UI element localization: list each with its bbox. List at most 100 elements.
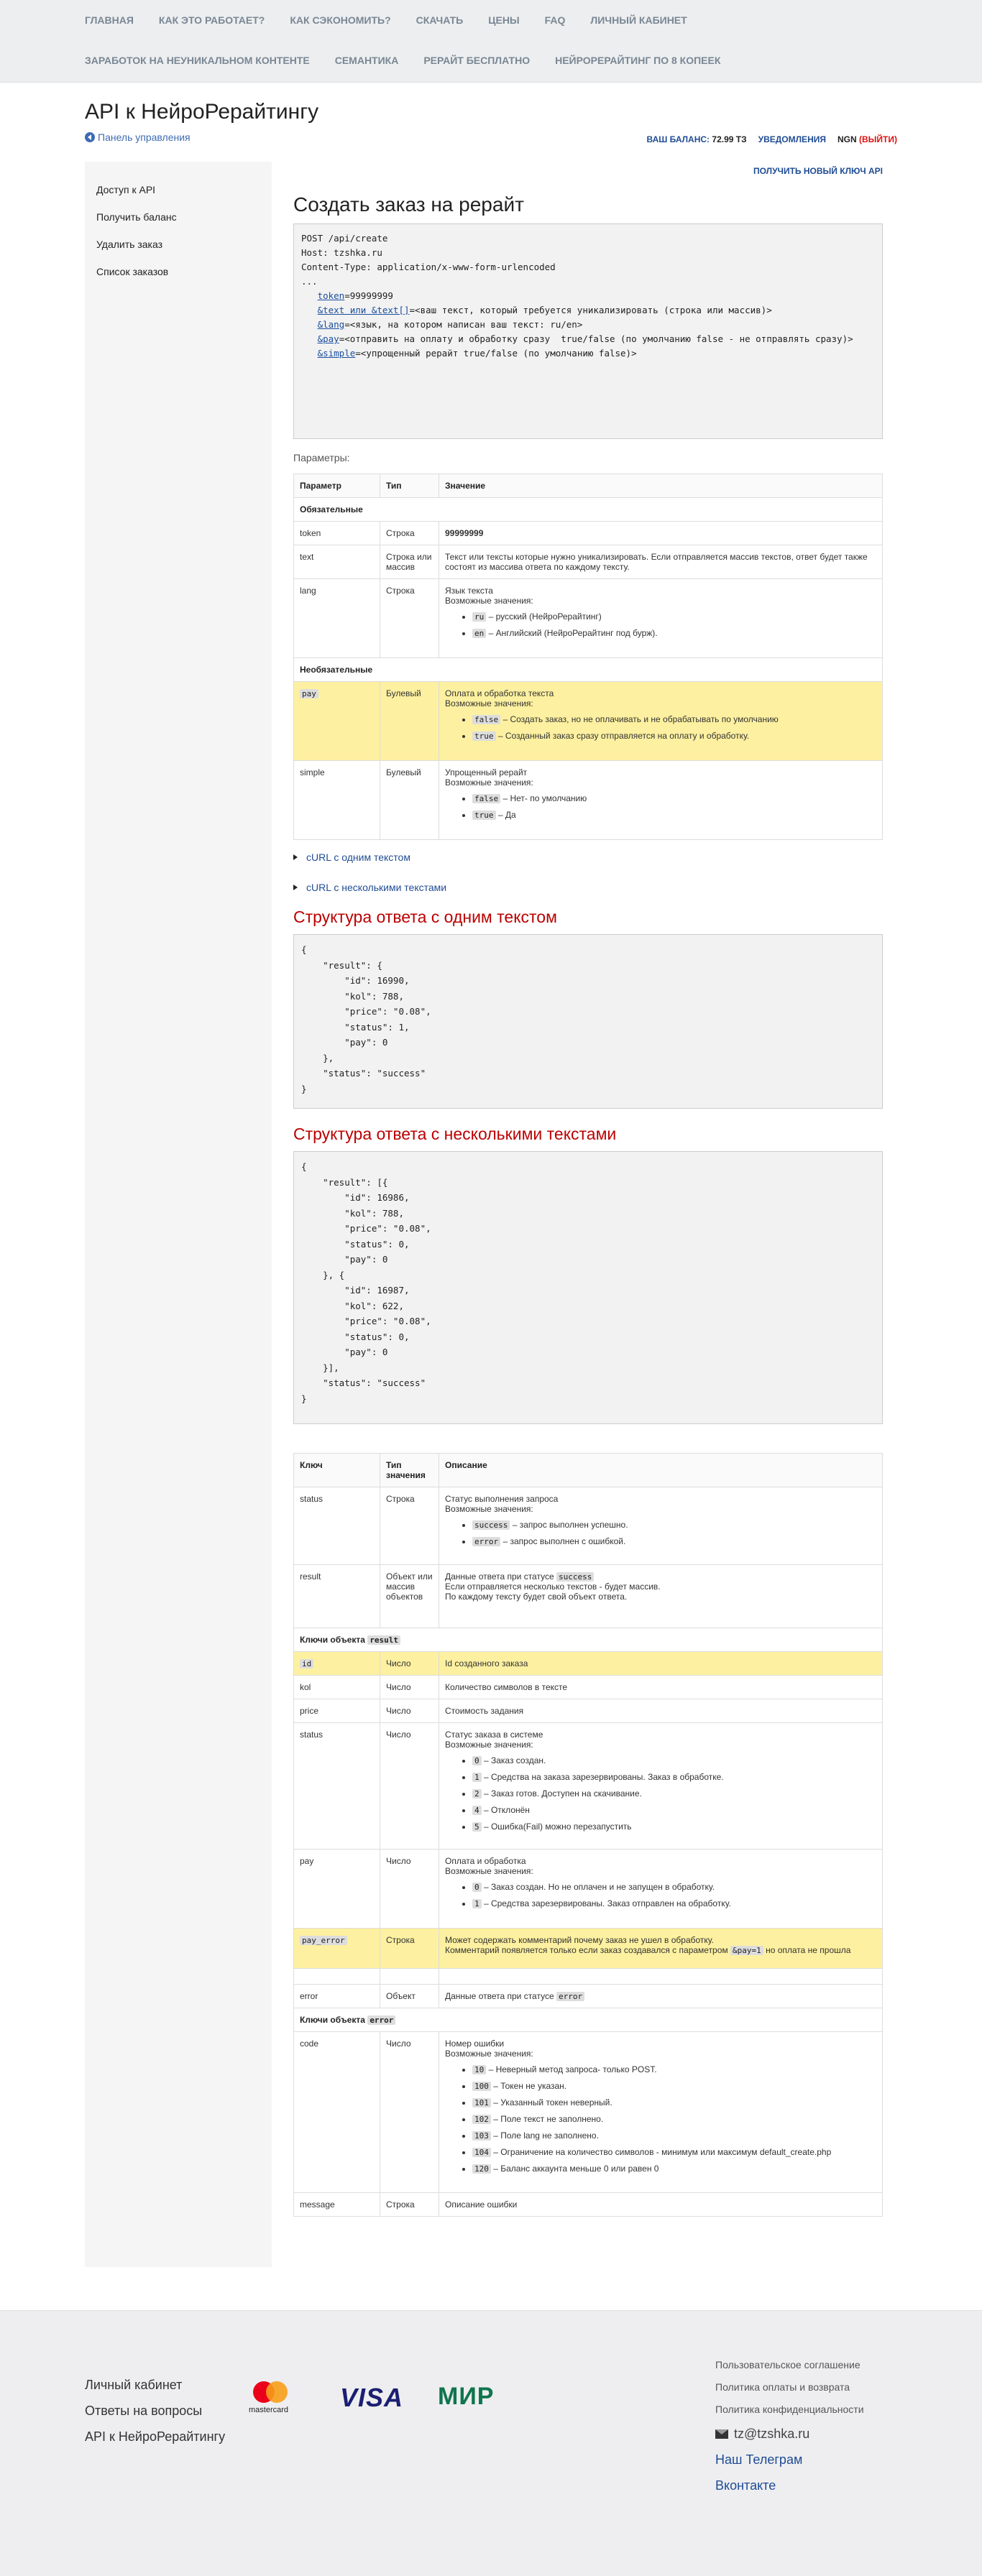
code-value: 120 xyxy=(472,2164,491,2174)
nav-home[interactable]: ГЛАВНАЯ xyxy=(85,0,159,40)
response-keys-table: Ключ Тип значения Описание status Строка… xyxy=(293,1453,883,2217)
code-value: true xyxy=(472,811,496,820)
list-item: false – Создать заказ, но не оплачивать … xyxy=(472,711,876,728)
table-row: status Строка Статус выполнения запроса В… xyxy=(293,1487,883,1565)
param-value: Текст или тексты которые нужно уникализи… xyxy=(439,545,883,579)
notifications-link[interactable]: УВЕДОМЛЕНИЯ xyxy=(758,134,826,144)
option-text: – Созданный заказ сразу отправляется на … xyxy=(495,731,750,741)
table-row: result Объект или массив объектов Данные… xyxy=(293,1564,883,1628)
nav-prices[interactable]: ЦЕНЫ xyxy=(488,0,544,40)
list-item: 1 – Средства зарезервированы. Заказ отпр… xyxy=(472,1896,876,1912)
code-value: 100 xyxy=(472,2082,491,2091)
param-desc: Язык текста xyxy=(445,586,493,596)
desc-text: но оплата не прошла xyxy=(763,1945,851,1955)
desc-line: Статус выполнения запроса xyxy=(445,1494,559,1504)
possible-label: Возможные значения: xyxy=(445,1740,533,1750)
sidebar-item-delete-order[interactable]: Удалить заказ xyxy=(85,231,272,258)
key-type: Число xyxy=(380,1699,439,1723)
req-param-key: &pay xyxy=(317,333,339,344)
request-example: POST /api/create Host: tzshka.ru Content… xyxy=(293,223,883,439)
list-item: en – Английский (НейроРерайтинг под бурж… xyxy=(472,625,876,642)
curl-multi-label: cURL с несколькими текстами xyxy=(306,882,447,893)
nav-account[interactable]: ЛИЧНЫЙ КАБИНЕТ xyxy=(590,0,712,40)
col-header: Тип значения xyxy=(380,1453,439,1487)
code-value: pay_error xyxy=(300,1936,347,1945)
desc-line: Может содержать комментарий почему заказ… xyxy=(445,1935,714,1945)
params-label: Параметры: xyxy=(293,452,350,463)
list-item: ru – русский (НейроРерайтинг) xyxy=(472,609,876,625)
list-item: 2 – Заказ готов. Доступен на скачивание. xyxy=(472,1786,876,1802)
nav-how-it-works[interactable]: КАК ЭТО РАБОТАЕТ? xyxy=(159,0,290,40)
list-item: 10 – Неверный метод запроса- только POST… xyxy=(472,2062,876,2078)
nav-neuro-rewrite[interactable]: НЕЙРОРЕРАЙТИНГ ПО 8 КОПЕЕК xyxy=(555,40,745,80)
list-item: 0 – Заказ создан. xyxy=(472,1753,876,1769)
sidebar: Доступ к API Получить баланс Удалить зак… xyxy=(85,162,272,2267)
curl-single-toggle[interactable]: cURL с одним текстом xyxy=(293,851,883,863)
req-param-key: token xyxy=(317,290,345,301)
desc-line: Данные ответа при статусе success xyxy=(445,1571,876,1582)
footer-email[interactable]: tz@tzshka.ru xyxy=(715,2421,864,2447)
desc-line: По каждому тексту будет свой объект отве… xyxy=(445,1592,628,1602)
param-name: token xyxy=(293,521,380,545)
footer-link-api[interactable]: API к НейроРерайтингу xyxy=(85,2424,225,2450)
key-type: Объект xyxy=(380,1984,439,2008)
list-item: 5 – Ошибка(Fail) можно перезапустить xyxy=(472,1819,876,1835)
balance[interactable]: ВАШ БАЛАНС: 72.99 ТЗ xyxy=(647,134,747,144)
spacer-row xyxy=(293,1968,883,1985)
response-multi-title: Структура ответа с несколькими текстами xyxy=(293,1125,617,1143)
mastercard-label: mastercard xyxy=(249,2406,289,2414)
option-text: – Английский (НейроРерайтинг под бурж). xyxy=(486,628,658,638)
nav-how-to-save[interactable]: КАК СЭКОНОМИТЬ? xyxy=(290,0,416,40)
dashboard-link[interactable]: Панель управления xyxy=(85,131,191,143)
footer: Личный кабинет Ответы на вопросы API к Н… xyxy=(0,2310,982,2576)
new-api-key-label[interactable]: ПОЛУЧИТЬ НОВЫЙ КЛЮЧ API xyxy=(753,166,883,176)
sidebar-item-api-access[interactable]: Доступ к API xyxy=(85,176,272,203)
key-desc: Количество символов в тексте xyxy=(439,1675,883,1699)
footer-link-privacy[interactable]: Политика конфиденциальности xyxy=(715,2399,864,2421)
caret-right-icon xyxy=(293,885,298,890)
mastercard-logo: mastercard xyxy=(249,2381,293,2419)
possible-label: Возможные значения: xyxy=(445,1504,533,1514)
code-value: 10 xyxy=(472,2065,487,2074)
user-info: NGN (ВЫЙТИ) xyxy=(838,134,897,144)
option-text: – Нет- по умолчанию xyxy=(500,793,587,803)
logout-link[interactable]: (ВЫЙТИ) xyxy=(859,134,897,144)
option-text: – Токен не указан. xyxy=(490,2081,567,2091)
option-text: – Заказ создан. xyxy=(481,1755,546,1765)
sidebar-item-order-list[interactable]: Список заказов xyxy=(85,258,272,285)
nav-faq[interactable]: FAQ xyxy=(545,0,591,40)
curl-multi-toggle[interactable]: cURL с несколькими текстами xyxy=(293,882,883,893)
desc-line: Номер ошибки xyxy=(445,2039,505,2049)
top-navigation-bar: ГЛАВНАЯ КАК ЭТО РАБОТАЕТ? КАК СЭКОНОМИТЬ… xyxy=(0,0,982,83)
footer-link-telegram[interactable]: Наш Телеграм xyxy=(715,2447,864,2473)
code-value: 0 xyxy=(472,1883,482,1892)
nav-semantics[interactable]: СЕМАНТИКА xyxy=(335,40,424,80)
req-line: Host: tzshka.ru xyxy=(301,247,382,258)
key-desc: Номер ошибкиВозможные значения: 10 – Нев… xyxy=(439,2031,883,2193)
list-item: false – Нет- по умолчанию xyxy=(472,790,876,807)
param-type: Булевый xyxy=(380,760,439,840)
possible-label: Возможные значения: xyxy=(445,2049,533,2059)
key-desc: Id созданного заказа xyxy=(439,1651,883,1676)
table-row: pay Булевый Оплата и обработка текста Воз… xyxy=(293,681,883,761)
footer-link-vk[interactable]: Вконтакте xyxy=(715,2473,864,2498)
footer-link-terms[interactable]: Пользовательское соглашение xyxy=(715,2354,864,2376)
param-name: lang xyxy=(293,578,380,658)
footer-link-payment-policy[interactable]: Политика оплаты и возврата xyxy=(715,2376,864,2399)
param-value: Упрощенный рерайтВозможные значения: fal… xyxy=(439,760,883,840)
option-text: – запрос выполнен успешно. xyxy=(510,1520,628,1530)
code-value: 102 xyxy=(472,2115,491,2124)
key-name: code xyxy=(293,2031,380,2193)
footer-link-faq[interactable]: Ответы на вопросы xyxy=(85,2398,225,2424)
section-row: Обязательные xyxy=(293,497,883,522)
sidebar-item-get-balance[interactable]: Получить баланс xyxy=(85,203,272,231)
code-value: false xyxy=(472,715,501,724)
footer-link-account[interactable]: Личный кабинет xyxy=(85,2372,225,2398)
list-item: 102 – Поле текст не заполнено. xyxy=(472,2111,876,2128)
key-type: Число xyxy=(380,1651,439,1676)
nav-free-rewrite[interactable]: РЕРАЙТ БЕСПЛАТНО xyxy=(423,40,555,80)
nav-download[interactable]: СКАЧАТЬ xyxy=(416,0,489,40)
nav-earn[interactable]: ЗАРАБОТОК НА НЕУНИКАЛЬНОМ КОНТЕНТЕ xyxy=(85,40,335,80)
code-value: error xyxy=(556,1992,585,2001)
user-bar: ВАШ БАЛАНС: 72.99 ТЗ УВЕДОМЛЕНИЯ NGN (ВЫ… xyxy=(647,134,897,144)
